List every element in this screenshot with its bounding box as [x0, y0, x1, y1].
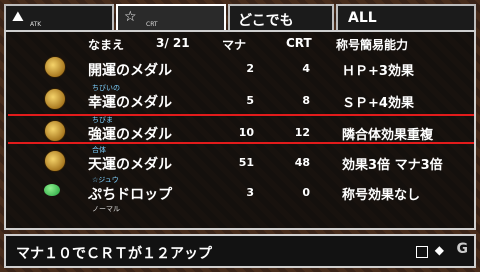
list-item[interactable]: ☆ジュウ ぷちドロップ 3 0 称号効果なし ノーマル	[8, 176, 474, 213]
tab-anywhere-label: どこでも	[238, 13, 294, 29]
watermark-logo: G	[456, 241, 469, 257]
item-name: 天運のメダル	[88, 157, 172, 173]
item-mana: 5	[246, 94, 254, 107]
medal-icon	[44, 88, 66, 110]
item-list-panel: なまえ 3/ 21 マナ CRT 称号簡易能力 開運のメダル 2 4 ＨＰ+3効…	[4, 30, 476, 230]
header-name: なまえ	[88, 38, 125, 52]
tab-all-label: ALL	[348, 10, 377, 26]
item-crt: 12	[294, 126, 310, 139]
item-crt: 48	[294, 156, 310, 169]
item-name: 開運のメダル	[88, 63, 172, 79]
header-crt: CRT	[286, 36, 312, 50]
medal-icon	[44, 150, 66, 172]
drop-icon	[44, 184, 60, 196]
list-item-selected[interactable]: ちびま 強運のメダル 10 12 隣合体効果重複	[8, 114, 474, 144]
header-count: 3/ 21	[156, 36, 190, 50]
mountain-icon: ⛰	[12, 9, 24, 25]
item-effect: ＳＰ+4効果	[342, 96, 414, 111]
tab-crt[interactable]: ☆ CRT	[116, 4, 226, 32]
header-mana: マナ	[222, 38, 247, 52]
list-item[interactable]: 合体 天運のメダル 51 48 効果3倍 マナ3倍	[8, 146, 474, 176]
tab-bar: ⛰ ATK ☆ CRT どこでも ALL	[4, 4, 476, 32]
item-rarity: ノーマル	[92, 205, 120, 213]
list-item[interactable]: 開運のメダル 2 4 ＨＰ+3効果	[8, 52, 474, 82]
medal-icon	[44, 120, 66, 142]
header-effect: 称号簡易能力	[336, 38, 409, 52]
item-crt: 4	[302, 62, 310, 75]
tab-all[interactable]: ALL	[336, 4, 476, 30]
tab-crt-label: CRT	[146, 21, 158, 28]
item-crt: 0	[302, 186, 310, 199]
tab-anywhere[interactable]: どこでも	[228, 4, 334, 30]
item-name: 強運のメダル	[88, 127, 172, 143]
tab-atk[interactable]: ⛰ ATK	[4, 4, 114, 30]
tab-atk-label: ATK	[30, 21, 42, 28]
item-name: 幸運のメダル	[88, 95, 172, 111]
item-effect: 称号効果なし	[342, 188, 421, 203]
list-item[interactable]: ちびいの 幸運のメダル 5 8 ＳＰ+4効果	[8, 84, 474, 114]
item-effect: ＨＰ+3効果	[342, 64, 414, 79]
controller-icon: ◆	[434, 243, 444, 257]
message-box: マナ１０でＣＲＴが１２アップ ◆ G	[4, 234, 476, 268]
square-button-icon[interactable]	[416, 246, 428, 258]
star-icon: ☆	[124, 9, 137, 25]
item-mana: 10	[238, 126, 254, 139]
item-mana: 3	[246, 186, 254, 199]
item-effect: 隣合体効果重複	[342, 128, 434, 143]
medal-icon	[44, 56, 66, 78]
item-mana: 2	[246, 62, 254, 75]
item-mana: 51	[238, 156, 254, 169]
message-text: マナ１０でＣＲＴが１２アップ	[16, 246, 212, 262]
item-effect: 効果3倍 マナ3倍	[342, 158, 443, 173]
item-crt: 8	[302, 94, 310, 107]
item-name: ぷちドロップ	[88, 187, 173, 203]
